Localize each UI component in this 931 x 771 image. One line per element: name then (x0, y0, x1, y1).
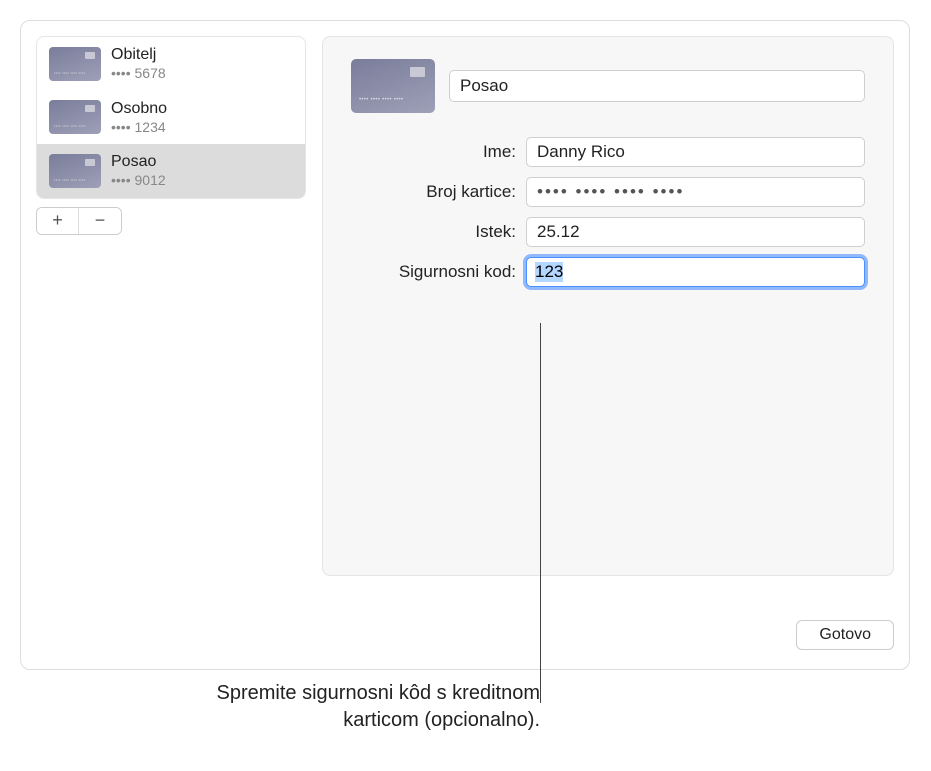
card-item-osobno[interactable]: Osobno •••• 1234 (37, 91, 305, 145)
label-expiry: Istek: (351, 222, 526, 242)
card-text: Obitelj •••• 5678 (111, 45, 166, 83)
card-last4: •••• 5678 (111, 65, 166, 83)
card-title-row (351, 59, 865, 113)
card-text: Posao •••• 9012 (111, 152, 166, 190)
callout-text: Spremite sigurnosni kôd s kreditnom kart… (80, 680, 540, 734)
card-name: Posao (111, 152, 166, 172)
autofill-cards-window: Obitelj •••• 5678 Osobno •••• 1234 Posao (20, 20, 910, 670)
security-code-input[interactable]: 123 (526, 257, 865, 287)
card-detail-panel: Ime: Broj kartice: Istek: Sigurnosni kod… (322, 36, 894, 576)
security-code-value: 123 (535, 262, 563, 282)
card-list: Obitelj •••• 5678 Osobno •••• 1234 Posao (36, 36, 306, 199)
row-name: Ime: (351, 137, 865, 167)
done-button[interactable]: Gotovo (796, 620, 894, 650)
card-number-input[interactable] (526, 177, 865, 207)
credit-card-icon (49, 47, 101, 81)
expiry-input[interactable] (526, 217, 865, 247)
card-last4: •••• 9012 (111, 172, 166, 190)
credit-card-icon (49, 100, 101, 134)
label-name: Ime: (351, 142, 526, 162)
cardholder-name-input[interactable] (526, 137, 865, 167)
card-item-posao[interactable]: Posao •••• 9012 (37, 144, 305, 198)
callout-line1: Spremite sigurnosni kôd s kreditnom (217, 682, 540, 704)
add-card-button[interactable]: + (37, 208, 79, 234)
content-area: Obitelj •••• 5678 Osobno •••• 1234 Posao (36, 36, 894, 576)
credit-card-icon (49, 154, 101, 188)
label-security: Sigurnosni kod: (351, 262, 526, 282)
footer-row: Gotovo (36, 620, 894, 650)
card-item-obitelj[interactable]: Obitelj •••• 5678 (37, 37, 305, 91)
list-controls: + − (36, 207, 122, 235)
credit-card-icon-large (351, 59, 435, 113)
label-number: Broj kartice: (351, 182, 526, 202)
row-expiry: Istek: (351, 217, 865, 247)
callout-leader-line (540, 323, 541, 703)
card-name: Obitelj (111, 45, 166, 65)
card-name: Osobno (111, 99, 167, 119)
sidebar-column: Obitelj •••• 5678 Osobno •••• 1234 Posao (36, 36, 306, 576)
remove-card-button[interactable]: − (79, 208, 121, 234)
row-number: Broj kartice: (351, 177, 865, 207)
card-text: Osobno •••• 1234 (111, 99, 167, 137)
card-description-input[interactable] (449, 70, 865, 102)
card-last4: •••• 1234 (111, 119, 167, 137)
row-security: Sigurnosni kod: 123 (351, 257, 865, 287)
callout-line2: karticom (opcionalno). (343, 709, 540, 731)
